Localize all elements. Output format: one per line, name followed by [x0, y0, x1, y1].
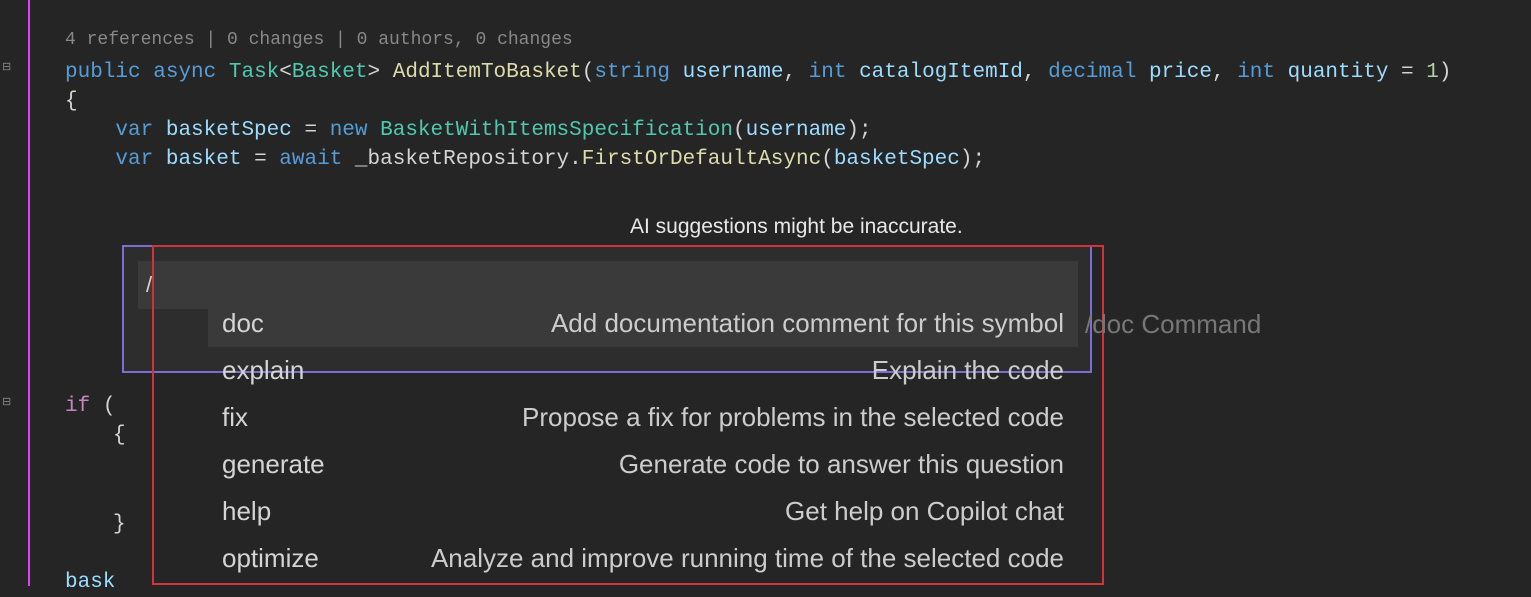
- code-token: username: [746, 116, 847, 145]
- command-description: Explain the code: [324, 355, 1064, 386]
- command-description: Generate code to answer this question: [345, 449, 1064, 480]
- code-token: <: [279, 58, 292, 87]
- code-token: decimal: [1048, 58, 1136, 87]
- code-token: catalogItemId: [859, 58, 1023, 87]
- slash-command-generate[interactable]: generate Generate code to answer this que…: [208, 441, 1078, 488]
- code-token: (: [582, 58, 595, 87]
- code-line[interactable]: var basketSpec = new BasketWithItemsSpec…: [0, 116, 1531, 145]
- code-token: 1: [1426, 58, 1439, 87]
- code-token: Basket: [292, 58, 368, 87]
- code-token: basket: [166, 145, 242, 174]
- code-token: new: [330, 116, 368, 145]
- code-token: ,: [1212, 58, 1237, 87]
- slash-command-explain[interactable]: explain Explain the code: [208, 347, 1078, 394]
- code-token: >: [368, 58, 393, 87]
- code-lens[interactable]: 4 references | 0 changes | 0 authors, 0 …: [65, 30, 1531, 50]
- code-token: ): [1439, 58, 1452, 87]
- slash-command-doc[interactable]: doc Add documentation comment for this sy…: [208, 300, 1078, 347]
- code-token: [846, 58, 859, 87]
- command-name: explain: [222, 355, 304, 386]
- command-description: Propose a fix for problems in the select…: [268, 402, 1064, 433]
- code-token: =: [1388, 58, 1426, 87]
- brace: {: [65, 87, 78, 116]
- collapse-icon[interactable]: ⊟: [2, 395, 11, 409]
- code-line[interactable]: }: [113, 510, 126, 539]
- code-token: [342, 145, 355, 174]
- slash-command-menu[interactable]: doc Add documentation comment for this sy…: [208, 300, 1078, 582]
- command-description: Add documentation comment for this symbo…: [284, 308, 1064, 339]
- slash-command-help[interactable]: help Get help on Copilot chat: [208, 488, 1078, 535]
- code-line[interactable]: var basket = await _basketRepository.Fir…: [0, 145, 1531, 174]
- command-name: doc: [222, 308, 264, 339]
- code-token: [216, 58, 229, 87]
- ai-disclaimer: AI suggestions might be inaccurate.: [630, 215, 963, 239]
- code-token: BasketWithItemsSpecification: [380, 116, 733, 145]
- code-token: var: [115, 116, 153, 145]
- command-name: generate: [222, 449, 325, 480]
- code-token: async: [153, 58, 216, 87]
- code-token: ,: [1023, 58, 1048, 87]
- code-token: [1136, 58, 1149, 87]
- code-token: quantity: [1288, 58, 1389, 87]
- code-token: =: [241, 145, 279, 174]
- code-line[interactable]: public async Task<Basket> AddItemToBaske…: [0, 58, 1531, 87]
- slash-command-optimize[interactable]: optimize Analyze and improve running time…: [208, 535, 1078, 582]
- code-token: Task: [229, 58, 279, 87]
- code-token: int: [1237, 58, 1275, 87]
- code-token: [1275, 58, 1288, 87]
- code-token: [141, 58, 154, 87]
- code-token: ,: [783, 58, 808, 87]
- code-token: var: [115, 145, 153, 174]
- code-line[interactable]: if (: [65, 392, 115, 421]
- code-line[interactable]: {: [0, 87, 1531, 116]
- code-token: basketSpec: [166, 116, 292, 145]
- code-token: [368, 116, 381, 145]
- collapse-icon[interactable]: ⊟: [2, 60, 11, 74]
- code-token: [670, 58, 683, 87]
- slash-command-fix[interactable]: fix Propose a fix for problems in the sel…: [208, 394, 1078, 441]
- code-token: basketSpec: [834, 145, 960, 174]
- code-token: );: [960, 145, 985, 174]
- code-token: [65, 145, 115, 174]
- code-token: string: [594, 58, 670, 87]
- code-token: (: [733, 116, 746, 145]
- paren: (: [90, 395, 115, 418]
- code-editor[interactable]: ⊟ ⊟ 4 references | 0 changes | 0 authors…: [0, 0, 1531, 586]
- code-token: await: [279, 145, 342, 174]
- code-token: (: [821, 145, 834, 174]
- code-token: );: [846, 116, 871, 145]
- code-token: =: [292, 116, 330, 145]
- code-token: _basketRepository: [355, 145, 569, 174]
- command-description: Analyze and improve running time of the …: [339, 543, 1064, 574]
- command-name: help: [222, 496, 271, 527]
- command-name: optimize: [222, 543, 319, 574]
- command-tooltip: /doc Command: [1085, 309, 1261, 340]
- code-line[interactable]: {: [113, 421, 126, 450]
- code-token: .: [569, 145, 582, 174]
- command-description: Get help on Copilot chat: [291, 496, 1064, 527]
- code-token: [153, 145, 166, 174]
- code-token: username: [683, 58, 784, 87]
- code-token: [153, 116, 166, 145]
- code-token: public: [65, 58, 141, 87]
- keyword-if: if: [65, 395, 90, 418]
- code-token: AddItemToBasket: [393, 58, 582, 87]
- code-token: price: [1149, 58, 1212, 87]
- gutter-margin: ⊟ ⊟: [0, 0, 30, 586]
- code-token: int: [809, 58, 847, 87]
- code-line[interactable]: bask: [65, 568, 115, 597]
- code-token: [65, 116, 115, 145]
- code-token: FirstOrDefaultAsync: [582, 145, 821, 174]
- command-name: fix: [222, 402, 248, 433]
